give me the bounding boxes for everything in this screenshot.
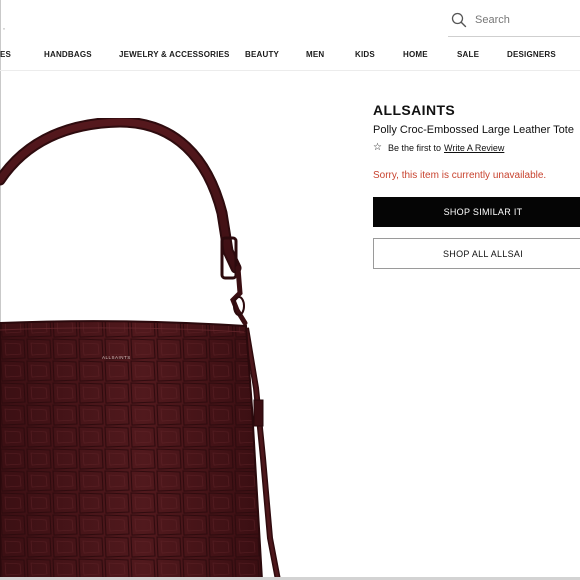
- search-box[interactable]: [448, 4, 580, 37]
- main-nav: DES HANDBAGS JEWELRY & ACCESSORIES BEAUT…: [0, 49, 580, 63]
- unavailable-message: Sorry, this item is currently unavailabl…: [373, 170, 547, 181]
- nav-item-sale[interactable]: SALE: [457, 49, 479, 61]
- search-icon[interactable]: [451, 12, 467, 28]
- review-prefix: Be the first to: [387, 143, 441, 153]
- star-outline-icon: ☆: [373, 142, 382, 153]
- review-row: ☆ Be the first to Write A Review: [373, 142, 504, 154]
- nav-item-beauty[interactable]: BEAUTY: [245, 49, 279, 61]
- cropped-logo-fragment: ·: [2, 21, 6, 35]
- bag-logo-stamp: ALLSAINTS: [102, 355, 131, 360]
- write-review-link[interactable]: Write A Review: [444, 143, 504, 153]
- nav-item-home[interactable]: HOME: [403, 49, 428, 61]
- nav-item-men[interactable]: MEN: [306, 49, 324, 61]
- nav-item-designers[interactable]: DESIGNERS: [507, 49, 556, 61]
- nav-divider: [0, 70, 580, 71]
- shop-similar-button[interactable]: SHOP SIMILAR IT: [373, 197, 580, 227]
- nav-item-kids[interactable]: KIDS: [355, 49, 375, 61]
- nav-item-jewelry-accessories[interactable]: JEWELRY & ACCESSORIES: [119, 49, 230, 61]
- nav-item-handbags[interactable]: HANDBAGS: [44, 49, 92, 61]
- product-image[interactable]: ALLSAINTS: [0, 118, 300, 580]
- nav-item-shoes[interactable]: DES: [0, 49, 11, 61]
- shop-all-brand-button[interactable]: SHOP ALL ALLSAI: [373, 238, 580, 269]
- search-input[interactable]: [475, 14, 580, 26]
- product-title: Polly Croc-Embossed Large Leather Tote: [373, 124, 574, 136]
- brand-name[interactable]: ALLSAINTS: [373, 102, 455, 118]
